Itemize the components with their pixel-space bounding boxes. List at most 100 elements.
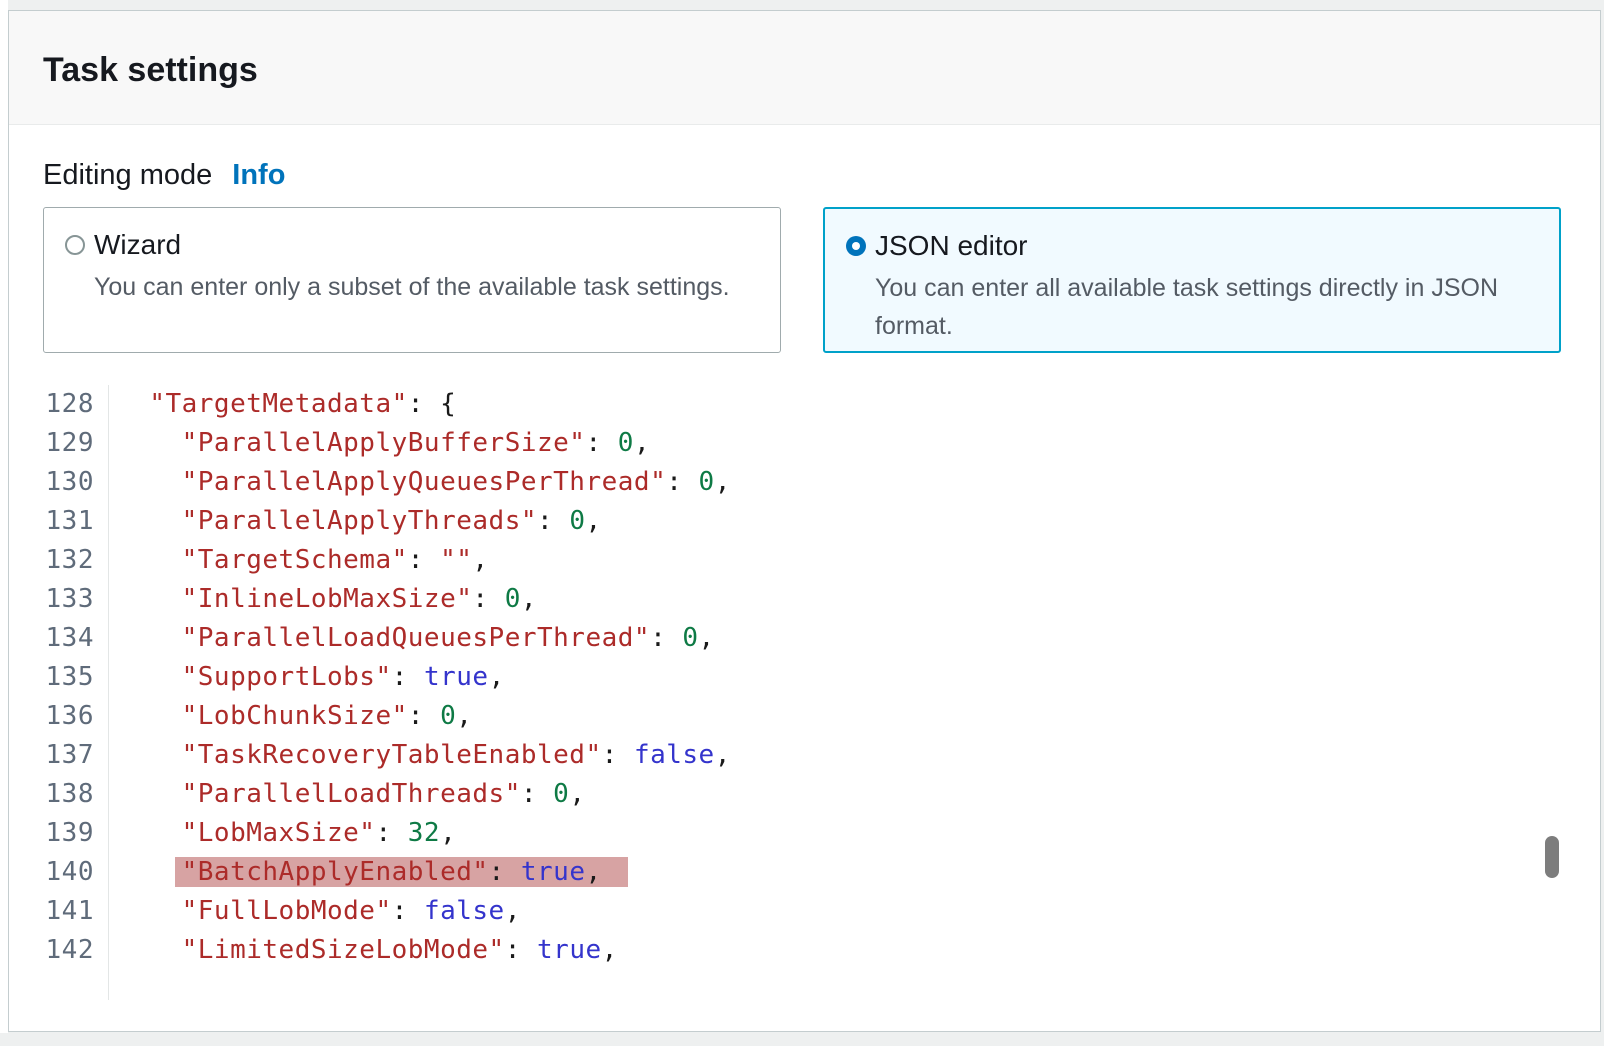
- code-token: true: [521, 857, 586, 887]
- code-line: 136 "LobChunkSize": 0,: [9, 697, 1598, 736]
- editing-mode-options: Wizard You can enter only a subset of th…: [43, 207, 1561, 353]
- code-token: :: [408, 701, 440, 731]
- code-token: 0: [440, 701, 456, 731]
- code-token: :: [489, 857, 521, 887]
- code-token: "SupportLobs": [182, 662, 392, 692]
- code-text: "ParallelApplyBufferSize": 0,: [109, 424, 650, 463]
- option-card-json-editor[interactable]: JSON editor You can enter all available …: [823, 207, 1561, 353]
- code-text: "FullLobMode": false,: [109, 892, 521, 931]
- editing-mode-row: Editing mode Info: [43, 157, 285, 193]
- code-token: "": [440, 545, 472, 575]
- line-number: [9, 970, 109, 1000]
- code-token: "LobMaxSize": [182, 818, 376, 848]
- code-text: "TargetMetadata": {: [109, 385, 456, 424]
- code-text: "TaskRecoveryTableEnabled": false,: [109, 736, 731, 775]
- line-number: 128: [9, 385, 109, 424]
- code-line: 135 "SupportLobs": true,: [9, 658, 1598, 697]
- code-token: :: [392, 662, 424, 692]
- scrollbar-thumb[interactable]: [1545, 836, 1559, 878]
- wizard-label: Wizard: [94, 230, 760, 260]
- line-number: 140: [9, 853, 109, 892]
- code-token: ,: [569, 779, 585, 809]
- code-line: 132 "TargetSchema": "",: [9, 541, 1598, 580]
- code-token: 0: [682, 623, 698, 653]
- code-text: "InlineLobMaxSize": 0,: [109, 580, 537, 619]
- code-text: "LimitedSizeLobMode": true,: [109, 931, 618, 970]
- json-code-editor[interactable]: 128 "TargetMetadata": {129 "ParallelAppl…: [9, 385, 1598, 1000]
- code-text: "LobMaxSize": 32,: [109, 814, 456, 853]
- code-line: 134 "ParallelLoadQueuesPerThread": 0,: [9, 619, 1598, 658]
- code-token: ,: [456, 701, 472, 731]
- code-token: 0: [569, 506, 585, 536]
- code-token: "TargetMetadata": [149, 389, 407, 419]
- code-token: ,: [585, 506, 601, 536]
- code-line-tail: [9, 970, 1598, 1000]
- page-left-margin: [0, 0, 8, 1033]
- code-token: {: [440, 389, 456, 419]
- code-token: 0: [699, 467, 715, 497]
- highlighted-code: "BatchApplyEnabled": true,: [175, 857, 628, 887]
- code-text: "ParallelLoadQueuesPerThread": 0,: [109, 619, 715, 658]
- code-text: "LobChunkSize": 0,: [109, 697, 472, 736]
- code-token: "LobChunkSize": [182, 701, 408, 731]
- code-token: "BatchApplyEnabled": [182, 857, 489, 887]
- code-token: ,: [505, 896, 521, 926]
- line-number: 129: [9, 424, 109, 463]
- code-token: 0: [553, 779, 569, 809]
- code-line: 128 "TargetMetadata": {: [9, 385, 1598, 424]
- line-number: 135: [9, 658, 109, 697]
- code-line: 138 "ParallelLoadThreads": 0,: [9, 775, 1598, 814]
- option-card-wizard[interactable]: Wizard You can enter only a subset of th…: [43, 207, 781, 353]
- line-number: 142: [9, 931, 109, 970]
- line-number: 137: [9, 736, 109, 775]
- code-token: :: [472, 584, 504, 614]
- code-token: :: [408, 545, 440, 575]
- code-line: 141 "FullLobMode": false,: [9, 892, 1598, 931]
- code-token: :: [505, 935, 537, 965]
- wizard-radio-button[interactable]: [65, 235, 85, 255]
- line-number: 141: [9, 892, 109, 931]
- code-token: true: [537, 935, 602, 965]
- code-token: "ParallelApplyBufferSize": [182, 428, 586, 458]
- code-text: "ParallelApplyQueuesPerThread": 0,: [109, 463, 731, 502]
- code-token: 0: [618, 428, 634, 458]
- code-token: "ParallelLoadThreads": [182, 779, 521, 809]
- panel-header: Task settings: [9, 11, 1600, 125]
- code-token: "TaskRecoveryTableEnabled": [182, 740, 602, 770]
- code-token: true: [424, 662, 489, 692]
- code-token: "ParallelLoadQueuesPerThread": [182, 623, 650, 653]
- code-token: :: [392, 896, 424, 926]
- wizard-description: You can enter only a subset of the avail…: [94, 268, 760, 306]
- line-number: 139: [9, 814, 109, 853]
- code-line: 130 "ParallelApplyQueuesPerThread": 0,: [9, 463, 1598, 502]
- json-editor-radio-button[interactable]: [846, 236, 866, 256]
- code-token: 32: [408, 818, 440, 848]
- code-token: ,: [602, 935, 618, 965]
- info-link[interactable]: Info: [232, 159, 285, 191]
- task-settings-panel: Task settings Editing mode Info Wizard Yo…: [8, 10, 1601, 1032]
- code-token: :: [650, 623, 682, 653]
- editing-mode-label: Editing mode: [43, 159, 212, 191]
- code-token: :: [585, 428, 617, 458]
- line-number: 131: [9, 502, 109, 541]
- code-token: ,: [634, 428, 650, 458]
- code-token: :: [521, 779, 553, 809]
- panel-title: Task settings: [43, 11, 258, 125]
- code-text: "TargetSchema": "",: [109, 541, 489, 580]
- code-line: 140 "BatchApplyEnabled": true,: [9, 853, 1598, 892]
- code-token: :: [408, 389, 440, 419]
- code-token: ,: [472, 545, 488, 575]
- code-text: "ParallelApplyThreads": 0,: [109, 502, 602, 541]
- line-number: 132: [9, 541, 109, 580]
- line-number: 134: [9, 619, 109, 658]
- line-number: 138: [9, 775, 109, 814]
- code-line: 142 "LimitedSizeLobMode": true,: [9, 931, 1598, 970]
- code-token: ,: [699, 623, 715, 653]
- code-line: 131 "ParallelApplyThreads": 0,: [9, 502, 1598, 541]
- code-token: "TargetSchema": [182, 545, 408, 575]
- code-token: "FullLobMode": [182, 896, 392, 926]
- code-token: "LimitedSizeLobMode": [182, 935, 505, 965]
- code-token: ,: [521, 584, 537, 614]
- code-token: "ParallelApplyQueuesPerThread": [182, 467, 667, 497]
- code-token: ,: [489, 662, 505, 692]
